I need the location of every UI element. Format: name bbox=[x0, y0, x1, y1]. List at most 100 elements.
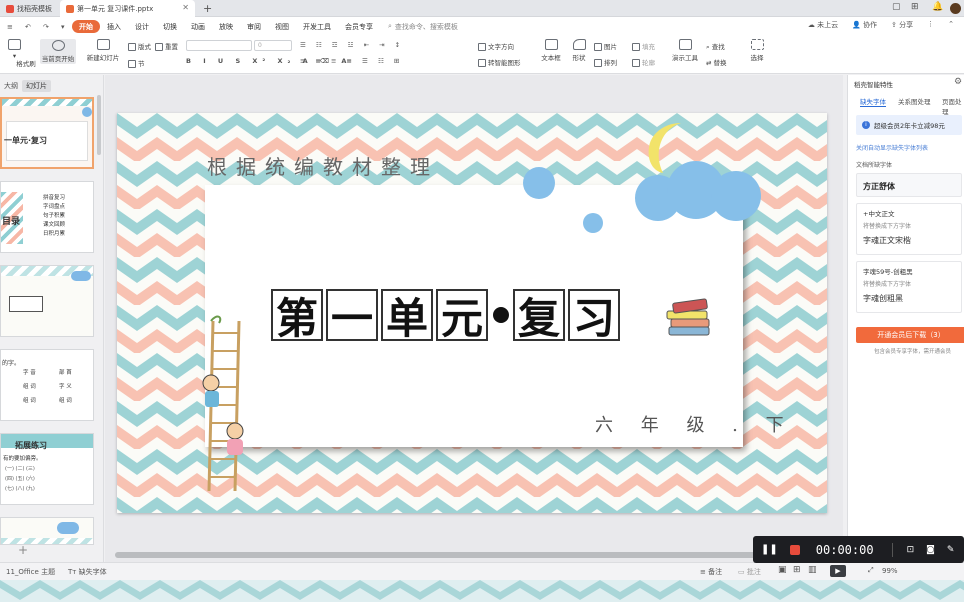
slide-canvas[interactable]: 根据统编教材整理 第 一 单 元 复 习 六 年 级 . 下 bbox=[117, 113, 827, 513]
fullscreen-record-icon[interactable]: ⊡ bbox=[907, 545, 915, 555]
thumb5-sub: 有的要加偏旁。 bbox=[3, 456, 42, 462]
section-button[interactable]: 节 bbox=[128, 58, 145, 68]
ribbon-toolbar: ▾ 格式刷 当前页开始 新建幻灯片 版式 节 重置 0 B I U S X² X… bbox=[0, 36, 964, 74]
arrange-button[interactable]: 排列 bbox=[594, 57, 617, 67]
new-slide-button[interactable]: 新建幻灯片 bbox=[82, 39, 124, 62]
paste-button[interactable]: ▾ bbox=[8, 39, 21, 60]
share-button[interactable]: ⇪ 分享 bbox=[891, 20, 913, 30]
present-tools-button[interactable]: 演示工具 bbox=[670, 39, 700, 62]
tab-outline[interactable]: 大纲 bbox=[0, 80, 22, 92]
new-tab-button[interactable]: + bbox=[200, 0, 216, 17]
normal-view-icon[interactable]: ▣ bbox=[778, 565, 787, 575]
slide-thumb-6[interactable] bbox=[0, 517, 94, 545]
notes-button[interactable]: ≡ 备注 bbox=[700, 567, 722, 577]
menu-animations[interactable]: 动画 bbox=[184, 20, 212, 33]
horizontal-scrollbar-thumb[interactable] bbox=[115, 552, 808, 558]
camera-icon[interactable]: ◙ bbox=[926, 545, 935, 555]
thumb2-item: 日积月累 bbox=[43, 231, 66, 237]
paragraph-row-2[interactable]: ≡ ≣ ≡ ≣ ☰ ☷ ⊞ bbox=[300, 57, 403, 65]
zoom-level[interactable]: 99% bbox=[882, 567, 898, 575]
slide-thumb-5[interactable]: 拓展练习 有的要加偏旁。 (一) (二) (三) (四) (五) (六) (七) (… bbox=[0, 433, 94, 505]
font-card-1[interactable]: 方正舒体 bbox=[856, 173, 962, 197]
replace-label: 替换 bbox=[713, 59, 727, 67]
hamburger-menu-icon[interactable]: ≡ bbox=[0, 20, 18, 33]
collapse-ribbon-icon[interactable]: ⌃ bbox=[948, 20, 954, 30]
menu-review[interactable]: 审阅 bbox=[240, 20, 268, 33]
slide-title[interactable]: 第 一 单 元 复 习 bbox=[271, 289, 623, 343]
slide-thumb-4[interactable]: 的字。 字 音 部 首 组 词 字 义 组 词 组 词 bbox=[0, 349, 94, 421]
shapes-button[interactable]: 形状 bbox=[568, 39, 590, 62]
undo-quick-icon[interactable]: ↶ bbox=[18, 20, 36, 33]
layout-label: 版式 bbox=[138, 43, 151, 51]
slide-sorter-icon[interactable]: ⊞ bbox=[793, 565, 801, 575]
menu-design[interactable]: 设计 bbox=[128, 20, 156, 33]
reading-view-icon[interactable]: ▥ bbox=[808, 565, 817, 575]
tab-current-file[interactable]: 第一单元 复习课件.pptx ✕ bbox=[60, 0, 195, 17]
font-card-2[interactable]: +中文正文 将替换成下方字体 字魂正文宋楷 bbox=[856, 203, 962, 255]
restore-icon[interactable]: ▢ bbox=[892, 2, 901, 12]
cloud-status-button[interactable]: ☁ 未上云 bbox=[808, 20, 838, 30]
find-button[interactable]: ⌕ 查找 bbox=[706, 41, 725, 52]
pause-icon[interactable]: ❚❚ bbox=[761, 544, 778, 555]
font-family-select[interactable] bbox=[186, 40, 252, 51]
quick-more-icon[interactable]: ▾ bbox=[54, 20, 72, 33]
arrange-icon bbox=[594, 59, 602, 67]
menu-home[interactable]: 开始 bbox=[72, 20, 100, 33]
select-button[interactable]: 选择 bbox=[746, 39, 768, 62]
redo-quick-icon[interactable]: ↷ bbox=[36, 20, 54, 33]
notification-icon[interactable]: 🔔 bbox=[932, 2, 943, 12]
outline-button[interactable]: 轮廓 bbox=[632, 57, 655, 67]
font-size-select[interactable]: 0 bbox=[254, 40, 292, 51]
stop-record-icon[interactable] bbox=[789, 544, 800, 555]
thumbnails-scrollbar[interactable] bbox=[97, 95, 101, 155]
menu-member[interactable]: 会员专享 bbox=[338, 20, 380, 33]
paragraph-row-1[interactable]: ☰ ☷ ☲ ☳ ⇤ ⇥ ↕ bbox=[300, 41, 404, 49]
fit-window-icon[interactable]: ⤢ bbox=[868, 566, 874, 575]
play-current-page-button[interactable]: 当前页开始 bbox=[40, 39, 76, 64]
tab-templates[interactable]: 找稻壳模板 bbox=[0, 0, 58, 17]
tab-missing-fonts[interactable]: 缺失字体 bbox=[860, 96, 886, 107]
slide-subtitle[interactable]: 根据统编教材整理 bbox=[207, 151, 439, 180]
text-direction-button[interactable]: 文字方向 bbox=[478, 41, 514, 51]
horizontal-scrollbar[interactable] bbox=[115, 552, 840, 558]
slide-thumb-2[interactable]: 目录 拼音复习 字词盘点 句子积累 课文回顾 日积月累 bbox=[0, 181, 94, 253]
slide-thumb-3[interactable] bbox=[0, 265, 94, 337]
tab-page-processing[interactable]: 页面处理 bbox=[942, 96, 964, 116]
footer-background-strip bbox=[0, 580, 964, 602]
tab-slides[interactable]: 幻灯片 bbox=[22, 80, 51, 92]
more-icon[interactable]: ⋮ bbox=[927, 20, 934, 30]
reset-button[interactable]: 重置 bbox=[155, 41, 178, 51]
menu-slideshow[interactable]: 放映 bbox=[212, 20, 240, 33]
download-fonts-button[interactable]: 开通会员后下载（3） bbox=[856, 327, 964, 343]
tab-relation-diagram[interactable]: 关系图处理 bbox=[898, 96, 931, 106]
comment-button[interactable]: ▭ 批注 bbox=[738, 567, 761, 577]
panel-settings-icon[interactable]: ⚙ bbox=[954, 77, 962, 87]
convert-smart-button[interactable]: 转智能图形 bbox=[478, 57, 521, 67]
layout-button[interactable]: 版式 bbox=[128, 41, 151, 51]
slide-thumb-1[interactable]: 一单元·复习 bbox=[0, 97, 94, 169]
grid-icon[interactable]: ⊞ bbox=[911, 2, 919, 12]
command-search[interactable]: ⌕ 查找命令、搜索模板 bbox=[388, 22, 458, 32]
pen-icon[interactable]: ✎ bbox=[947, 545, 955, 555]
replace-button[interactable]: ⇄ 替换 bbox=[706, 57, 727, 67]
menu-developer[interactable]: 开发工具 bbox=[296, 20, 338, 33]
ladder-kids-illustration bbox=[202, 315, 244, 492]
add-slide-button[interactable]: + bbox=[18, 543, 28, 557]
promo-banner[interactable]: i 超级会员2年卡立减98元 bbox=[856, 115, 962, 135]
menu-view[interactable]: 视图 bbox=[268, 20, 296, 33]
fill-button[interactable]: 填充 bbox=[632, 41, 655, 51]
play-slideshow-button[interactable]: ▶ bbox=[830, 565, 846, 577]
thumb2-item: 字词盘点 bbox=[43, 204, 66, 210]
search-placeholder: 查找命令、搜索模板 bbox=[394, 22, 458, 31]
slide-grade[interactable]: 六 年 级 . 下 bbox=[595, 411, 795, 437]
avatar[interactable] bbox=[950, 3, 961, 14]
tab-close-icon[interactable]: ✕ bbox=[182, 3, 189, 12]
image-button[interactable]: 图片 bbox=[594, 41, 617, 51]
collab-button[interactable]: 👤 协作 bbox=[852, 20, 877, 30]
missing-fonts-status[interactable]: Tт 缺失字体 bbox=[68, 567, 107, 577]
font-card-3[interactable]: 字魂59号-创粗黑 将替换成下方字体 字魂创粗黑 bbox=[856, 261, 962, 313]
close-auto-display-link[interactable]: 关闭自动显示缺失字体列表 bbox=[856, 143, 928, 152]
menu-transitions[interactable]: 切换 bbox=[156, 20, 184, 33]
menu-insert[interactable]: 插入 bbox=[100, 20, 128, 33]
textbox-button[interactable]: 文本框 bbox=[538, 39, 564, 62]
